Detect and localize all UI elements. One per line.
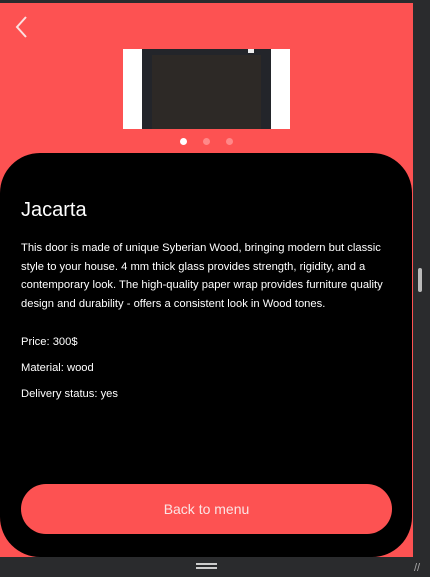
back-button[interactable] [14,15,38,41]
app-screen: Jacarta This door is made of unique Sybe… [0,3,413,557]
product-price: Price: 300$ [21,336,78,348]
product-title: Jacarta [21,199,87,221]
door-image [142,49,271,129]
carousel-dot[interactable] [180,138,187,145]
carousel-dot[interactable] [226,138,233,145]
back-to-menu-button[interactable]: Back to menu [21,484,392,534]
scrollbar-handle[interactable] [418,268,422,292]
drag-handle-icon[interactable] [196,563,217,569]
chevron-left-icon [15,16,27,38]
product-image-carousel[interactable] [123,49,290,129]
product-description: This door is made of unique Syberian Woo… [21,242,383,310]
product-delivery-status: Delivery status: yes [21,388,118,400]
carousel-pagination [0,138,413,145]
carousel-dot[interactable] [203,138,210,145]
resize-grip-icon[interactable]: // [414,562,420,574]
product-material: Material: wood [21,362,94,374]
product-details-card: Jacarta This door is made of unique Sybe… [0,153,412,557]
